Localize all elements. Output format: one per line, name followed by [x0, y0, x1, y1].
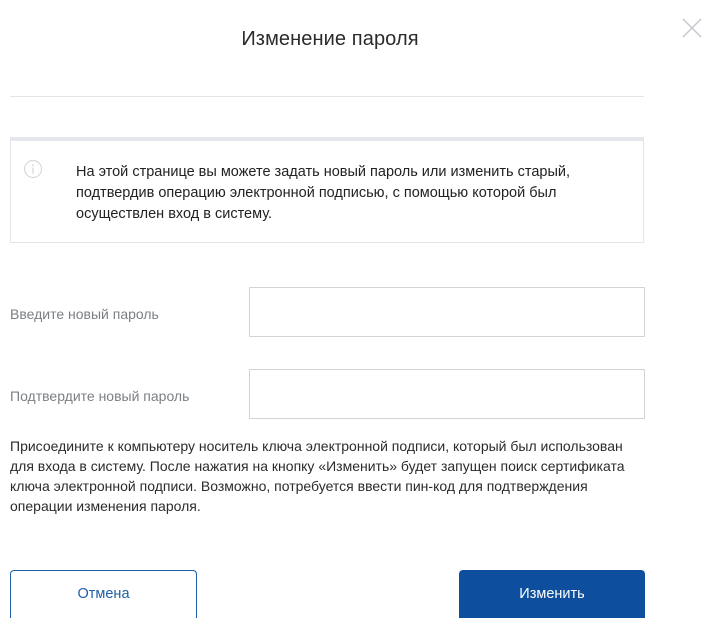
new-password-label: Введите новый пароль [10, 306, 159, 322]
info-text: На этой странице вы можете задать новый … [76, 164, 570, 222]
confirm-password-input[interactable] [249, 369, 645, 419]
change-password-button[interactable]: Изменить [459, 570, 645, 618]
info-icon [23, 159, 43, 179]
info-box: На этой странице вы можете задать новый … [10, 137, 644, 243]
header-divider [10, 96, 644, 97]
confirm-password-label: Подтвердите новый пароль [10, 388, 190, 404]
close-icon [680, 16, 704, 40]
cancel-button[interactable]: Отмена [10, 570, 197, 618]
close-button[interactable] [680, 16, 704, 40]
signature-help-text: Присоедините к компьютеру носитель ключа… [10, 438, 625, 514]
new-password-input[interactable] [249, 287, 645, 337]
dialog-title: Изменение пароля [241, 28, 419, 50]
